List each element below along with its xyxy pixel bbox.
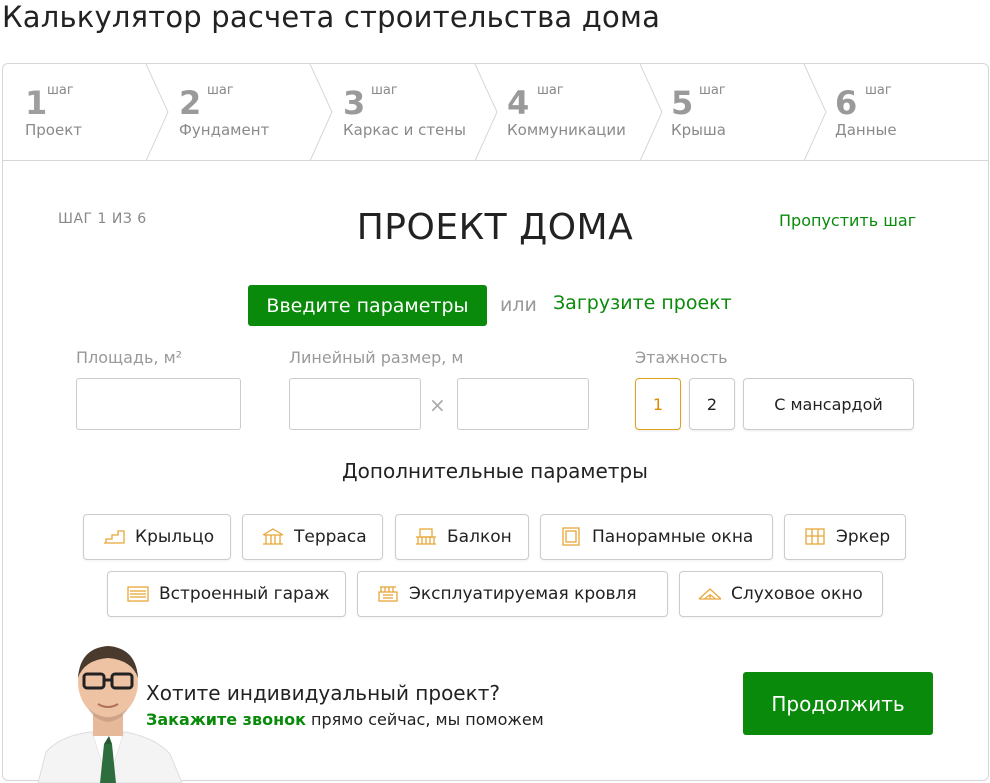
or-text: или — [500, 294, 537, 316]
area-input[interactable] — [76, 378, 241, 430]
chip-garage[interactable]: Встроенный гараж — [107, 571, 346, 617]
step-1[interactable]: 1 шаг Проект — [3, 64, 153, 160]
chip-dormer-window-label: Слуховое окно — [731, 584, 863, 604]
balcony-icon — [416, 528, 436, 545]
chip-roof-terrace-label: Эксплуатируемая кровля — [409, 584, 637, 604]
floor-attic-button[interactable]: С мансардой — [743, 378, 914, 430]
step-2-label: Фундамент — [179, 121, 270, 139]
step-5-label: Крыша — [671, 121, 726, 139]
chip-dormer-window[interactable]: Слуховое окно — [679, 571, 883, 617]
chip-bay-window-label: Эркер — [836, 527, 891, 547]
times-sign: × — [429, 393, 446, 417]
linear-size-b-input[interactable] — [457, 378, 589, 430]
dormer-window-icon — [698, 588, 722, 600]
step-3-sup: шаг — [371, 83, 398, 98]
step-3-number: 3 — [343, 84, 366, 122]
continue-button[interactable]: Продолжить — [743, 672, 933, 735]
step-6-label: Данные — [835, 121, 897, 139]
step-2-sup: шаг — [207, 83, 234, 98]
linear-size-a-input[interactable] — [289, 378, 421, 430]
step-2[interactable]: 2 шаг Фундамент — [157, 64, 317, 160]
chip-bay-window[interactable]: Эркер — [784, 514, 906, 560]
step-1-sup: шаг — [47, 83, 74, 98]
steps-bar: 1 шаг Проект 2 шаг Фундамент 3 шаг Карка… — [3, 64, 988, 161]
cta-subtext-rest: прямо сейчас, мы поможем — [305, 710, 544, 729]
step-4-label: Коммуникации — [507, 121, 626, 139]
step-6[interactable]: 6 шаг Данные — [813, 64, 983, 160]
chip-terrace-label: Терраса — [294, 527, 367, 547]
step-5-sup: шаг — [699, 83, 726, 98]
step-6-sup: шаг — [865, 83, 892, 98]
step-1-label: Проект — [25, 121, 83, 139]
bay-window-icon — [805, 528, 825, 545]
roof-terrace-icon — [378, 586, 398, 602]
floors-label: Этажность — [635, 348, 728, 367]
chip-balcony[interactable]: Балкон — [395, 514, 529, 560]
enter-params-button[interactable]: Введите параметры — [248, 285, 487, 326]
chip-terrace[interactable]: Терраса — [242, 514, 383, 560]
request-call-link[interactable]: Закажите звонок — [146, 710, 306, 729]
panoramic-window-icon — [562, 527, 580, 546]
skip-step-link[interactable]: Пропустить шаг — [779, 211, 916, 230]
chip-garage-label: Встроенный гараж — [159, 584, 330, 604]
chip-porch-label: Крыльцо — [135, 527, 215, 547]
porch-icon — [104, 530, 125, 544]
floor-1-button[interactable]: 1 — [635, 378, 681, 430]
step-5-number: 5 — [671, 84, 694, 122]
chip-roof-terrace[interactable]: Эксплуатируемая кровля — [357, 571, 668, 617]
step-4-sup: шаг — [537, 83, 564, 98]
chip-balcony-label: Балкон — [447, 527, 512, 547]
step-1-number: 1 — [25, 84, 48, 122]
step-3[interactable]: 3 шаг Каркас и стены — [321, 64, 481, 160]
step-2-number: 2 — [179, 84, 202, 122]
step-4-number: 4 — [507, 84, 530, 122]
extra-params-title: Дополнительные параметры — [342, 459, 648, 483]
step-6-number: 6 — [835, 84, 858, 122]
terrace-icon — [262, 528, 284, 545]
chip-panoramic-windows[interactable]: Панорамные окна — [540, 514, 773, 560]
cta-subtext: Закажите звонок прямо сейчас, мы поможем — [146, 710, 544, 729]
area-label: Площадь, м² — [76, 348, 183, 367]
garage-icon — [127, 586, 149, 602]
linear-size-label: Линейный размер, м — [289, 348, 464, 367]
page-title: Калькулятор расчета строительства дома — [2, 0, 661, 34]
cta-question: Хотите индивидуальный проект? — [146, 681, 500, 705]
floor-2-button[interactable]: 2 — [689, 378, 735, 430]
step-3-label: Каркас и стены — [343, 121, 467, 139]
upload-project-link[interactable]: Загрузите проект — [553, 292, 732, 314]
step-4[interactable]: 4 шаг Коммуникации — [485, 64, 645, 160]
step-5[interactable]: 5 шаг Крыша — [649, 64, 809, 160]
chip-panoramic-windows-label: Панорамные окна — [592, 527, 754, 547]
chip-porch[interactable]: Крыльцо — [83, 514, 231, 560]
